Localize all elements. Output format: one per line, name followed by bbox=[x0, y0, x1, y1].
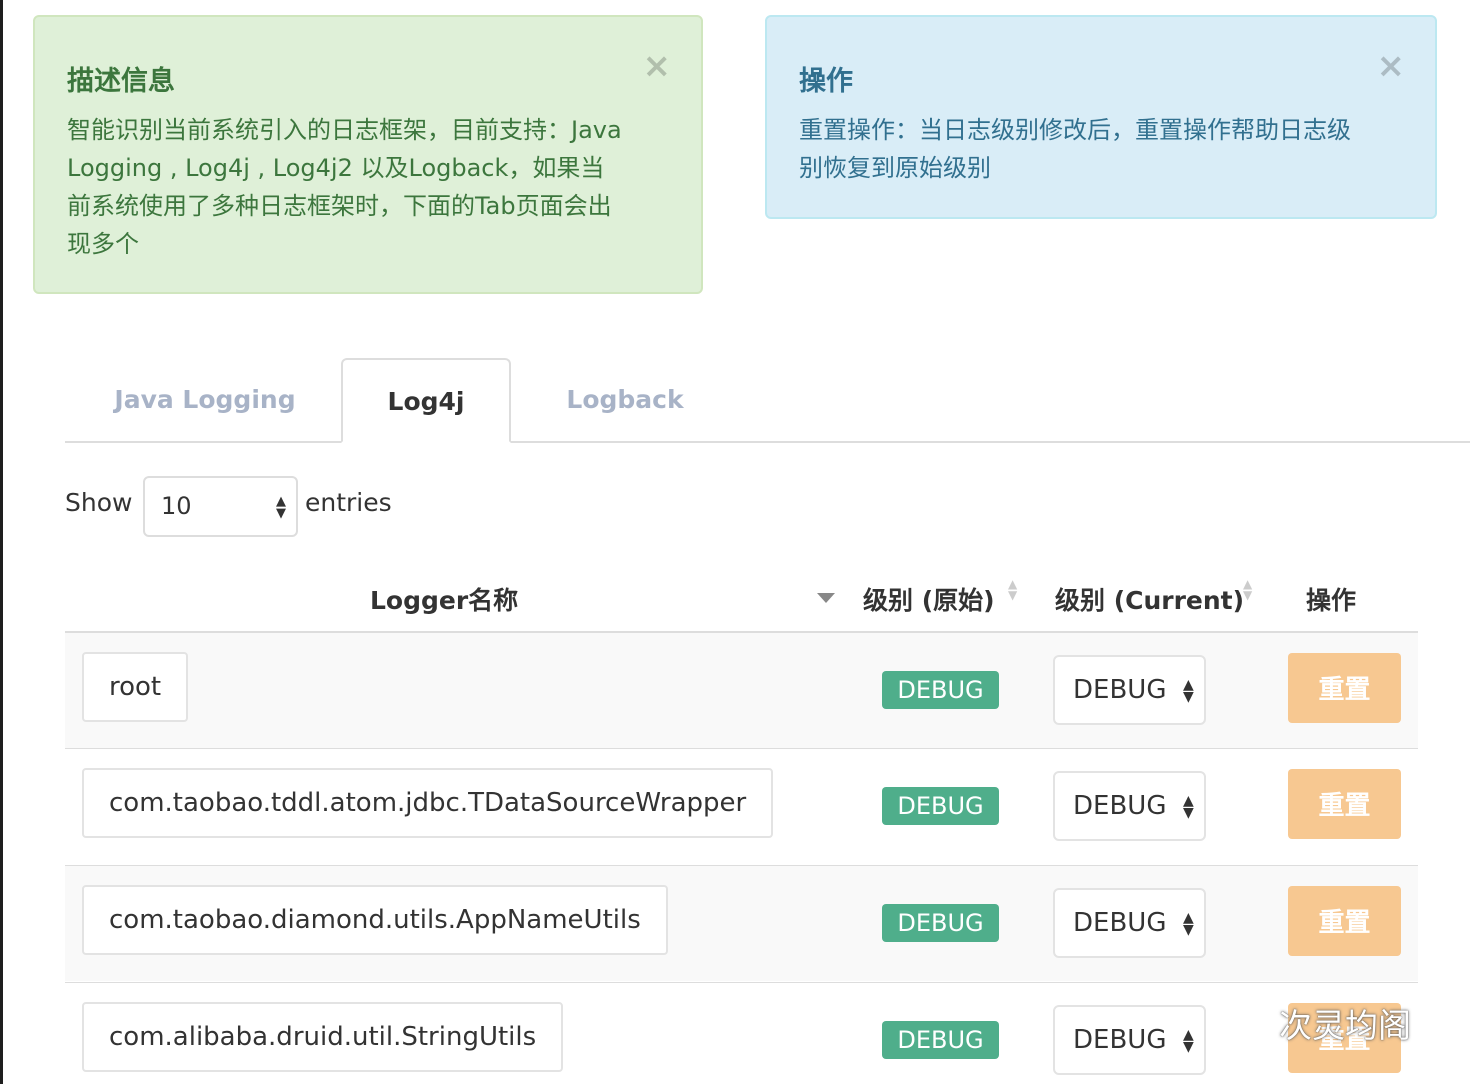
reset-button[interactable]: 重置 bbox=[1288, 769, 1401, 839]
sort-both-icon: ▲ ▼ bbox=[1008, 577, 1018, 602]
logging-framework-tabs: Java Logging Log4j Logback bbox=[65, 358, 1470, 443]
updown-arrows-icon: ▲ ▼ bbox=[1183, 793, 1194, 821]
table-row: com.taobao.tddl.atom.jdbc.TDataSourceWra… bbox=[65, 748, 1418, 864]
current-level-value: DEBUG bbox=[1073, 675, 1167, 705]
close-icon[interactable]: × bbox=[1377, 49, 1406, 83]
entries-per-page-value: 10 bbox=[161, 492, 192, 520]
current-level-select[interactable]: DEBUG ▲ ▼ bbox=[1053, 888, 1206, 958]
logger-name-field[interactable]: com.taobao.tddl.atom.jdbc.TDataSourceWra… bbox=[82, 768, 774, 838]
operation-alert: 操作 × 重置操作：当日志级别修改后，重置操作帮助日志级别恢复到原始级别 bbox=[765, 15, 1437, 219]
header-logger-name[interactable]: Logger名称 bbox=[370, 581, 518, 617]
header-action: 操作 bbox=[1306, 586, 1357, 615]
reset-button[interactable]: 重置 bbox=[1288, 886, 1401, 956]
header-level-original[interactable]: 级别 (原始) bbox=[863, 581, 995, 617]
logger-name-field[interactable]: com.taobao.diamond.utils.AppNameUtils bbox=[82, 885, 668, 955]
sort-both-icon: ▲ ▼ bbox=[1243, 577, 1253, 602]
watermark-text: 次灵均阁 bbox=[1279, 1006, 1411, 1045]
updown-arrows-icon: ▲ ▼ bbox=[1183, 1027, 1194, 1055]
current-level-select[interactable]: DEBUG ▲ ▼ bbox=[1053, 1005, 1206, 1075]
table-header: Logger名称 级别 (原始) ▲ ▼ 级别 (Current) ▲ ▼ 操作 bbox=[65, 565, 1418, 634]
header-level-current[interactable]: 级别 (Current) bbox=[1055, 581, 1244, 617]
logger-name-field[interactable]: com.alibaba.druid.util.StringUtils bbox=[82, 1002, 564, 1072]
original-level-badge: DEBUG bbox=[882, 671, 999, 709]
updown-arrows-icon: ▲ ▼ bbox=[276, 494, 286, 521]
tab-java-logging[interactable]: Java Logging bbox=[85, 358, 325, 441]
tab-log4j[interactable]: Log4j bbox=[341, 358, 511, 443]
updown-arrows-icon: ▲ ▼ bbox=[1183, 910, 1194, 938]
close-icon[interactable]: × bbox=[643, 49, 672, 83]
current-level-select[interactable]: DEBUG ▲ ▼ bbox=[1053, 655, 1206, 725]
tab-logback[interactable]: Logback bbox=[535, 358, 715, 441]
show-label: Show bbox=[65, 488, 133, 517]
current-level-value: DEBUG bbox=[1073, 908, 1167, 938]
logger-name-field[interactable]: root bbox=[82, 652, 189, 722]
sort-desc-icon bbox=[817, 593, 835, 603]
current-level-value: DEBUG bbox=[1073, 791, 1167, 821]
entries-per-page-select[interactable]: 10 ▲ ▼ bbox=[143, 476, 298, 537]
entries-label: entries bbox=[305, 488, 392, 517]
wechat-icon bbox=[1214, 998, 1273, 1041]
original-level-badge: DEBUG bbox=[882, 787, 999, 825]
updown-arrows-icon: ▲ ▼ bbox=[1183, 677, 1194, 705]
operation-alert-body: 重置操作：当日志级别修改后，重置操作帮助日志级别恢复到原始级别 bbox=[799, 116, 1351, 182]
watermark: 次灵均阁 bbox=[1213, 997, 1433, 1045]
table-row: root DEBUG DEBUG ▲ ▼ 重置 bbox=[65, 632, 1418, 748]
operation-alert-title: 操作 bbox=[799, 66, 853, 97]
window-edge bbox=[0, 0, 3, 1084]
description-alert: 描述信息 × 智能识别当前系统引入的日志框架，目前支持：Java Logging… bbox=[33, 15, 703, 294]
current-level-value: DEBUG bbox=[1073, 1025, 1167, 1055]
reset-button[interactable]: 重置 bbox=[1288, 653, 1401, 723]
description-alert-title: 描述信息 bbox=[67, 66, 175, 97]
description-alert-body: 智能识别当前系统引入的日志框架，目前支持：Java Logging , Log4… bbox=[67, 116, 622, 258]
current-level-select[interactable]: DEBUG ▲ ▼ bbox=[1053, 771, 1206, 841]
original-level-badge: DEBUG bbox=[882, 904, 999, 942]
original-level-badge: DEBUG bbox=[882, 1021, 999, 1059]
table-row: com.taobao.diamond.utils.AppNameUtils DE… bbox=[65, 865, 1418, 981]
